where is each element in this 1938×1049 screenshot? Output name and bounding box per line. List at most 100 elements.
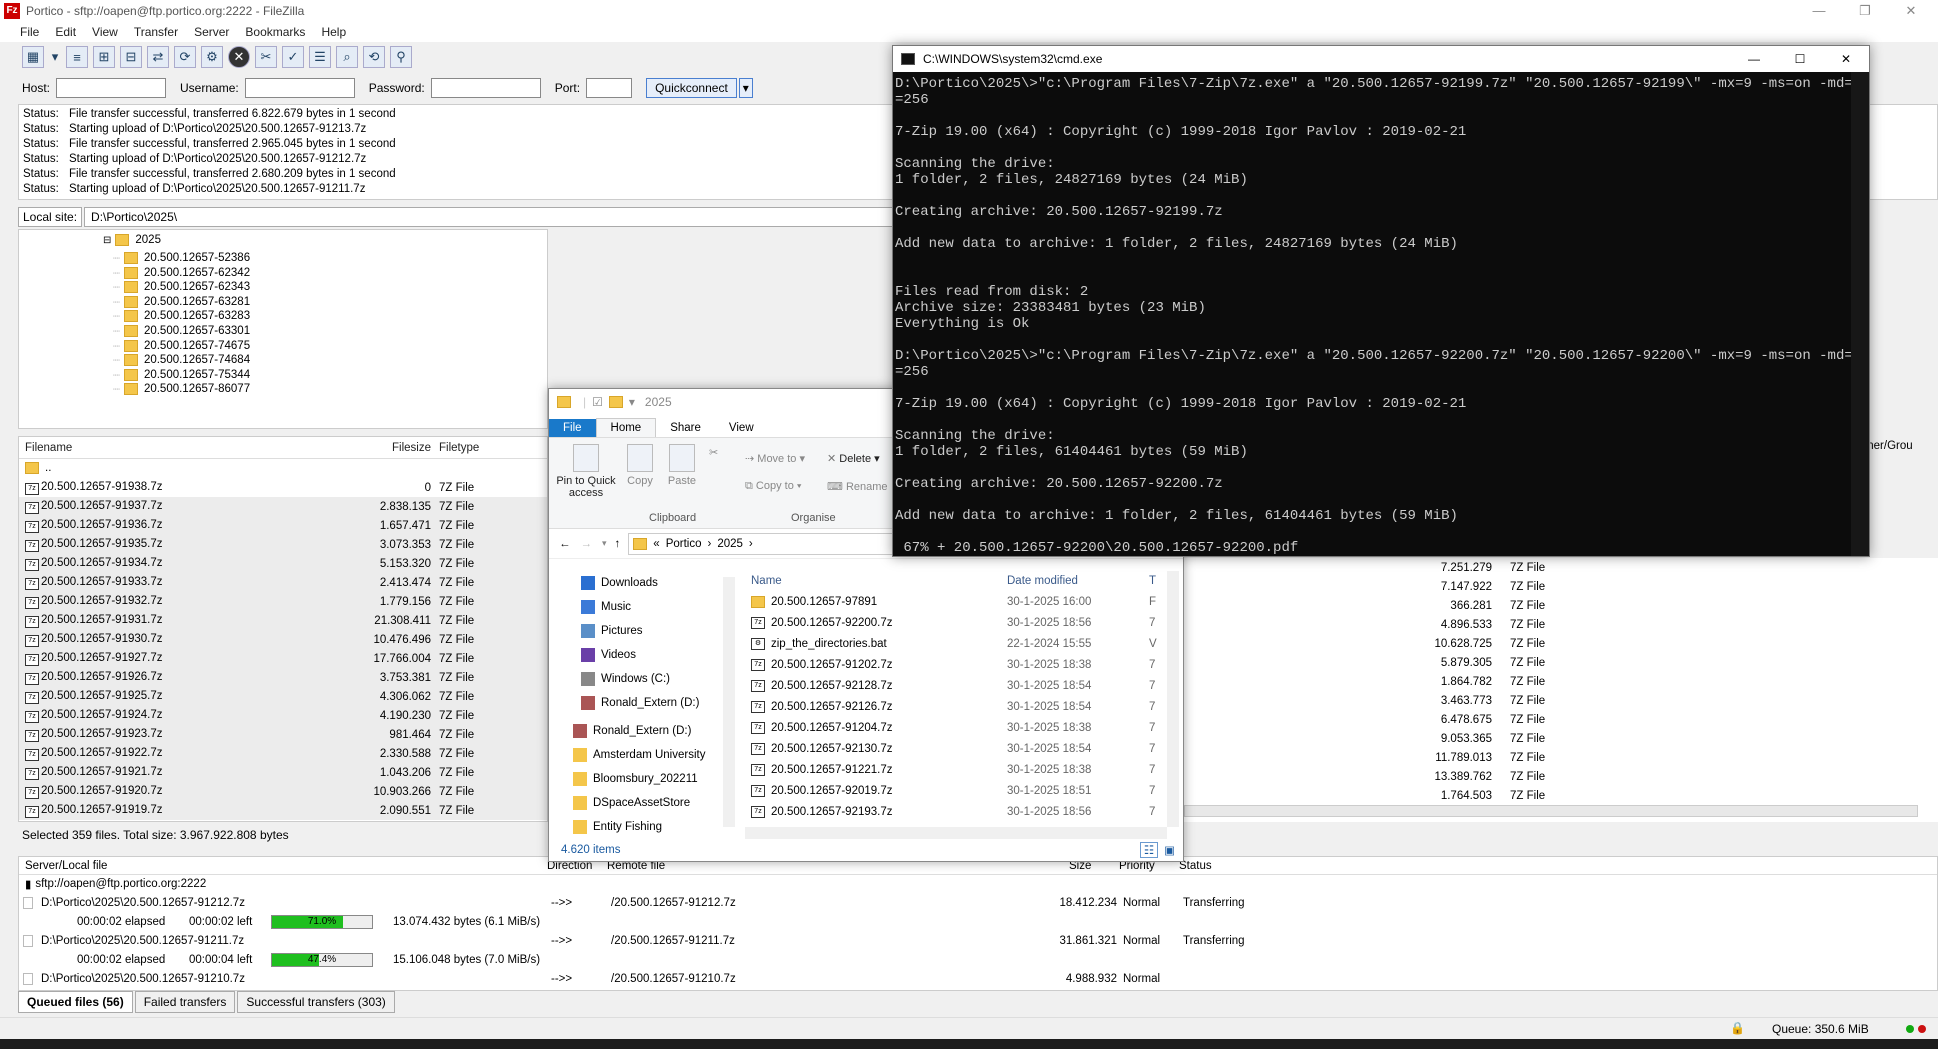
remote-file-row[interactable]: 7.147.922 7Z File [1180, 577, 1938, 596]
delete-button[interactable]: ✕ Delete ▾ [827, 452, 880, 465]
file-row[interactable]: 7z 20.500.12657-91922.7z 2.330.588 7Z File [19, 744, 547, 763]
file-row[interactable]: 7z 20.500.12657-91937.7z 2.838.135 7Z File [19, 497, 547, 516]
remote-file-row[interactable]: 3.463.773 7Z File [1180, 691, 1938, 710]
menu-view[interactable]: View [92, 25, 118, 39]
file-row[interactable]: 7z 20.500.12657-91935.7z 3.073.353 7Z File [19, 535, 547, 554]
explorer-item[interactable]: 7z 20.500.12657-92019.7z 30-1-2025 18:51 7 [745, 780, 1175, 801]
nav-item[interactable]: Music [549, 595, 739, 619]
explorer-item[interactable]: 7z 20.500.12657-91204.7z 30-1-2025 18:38 7 [745, 717, 1175, 738]
explorer-item[interactable]: 7z 20.500.12657-92193.7z 30-1-2025 18:56 7 [745, 801, 1175, 822]
search-icon[interactable]: ⚲ [390, 46, 412, 68]
remote-file-row[interactable]: 6.478.675 7Z File [1180, 710, 1938, 729]
menu-bookmarks[interactable]: Bookmarks [245, 25, 305, 39]
breadcrumb-portico[interactable]: Portico [666, 538, 702, 550]
col-type[interactable]: T [1149, 575, 1156, 587]
nav-item[interactable]: Ronald_Extern (D:) [549, 691, 739, 715]
toggle-local-tree-icon[interactable]: ⊞ [93, 46, 115, 68]
tab-failed-transfers[interactable]: Failed transfers [134, 991, 236, 1013]
toggle-queue-icon[interactable]: ⇄ [147, 46, 169, 68]
queue-row[interactable]: D:\Portico\2025\20.500.12657-91211.7z -->… [19, 931, 1937, 950]
col-date-modified[interactable]: Date modified [1007, 575, 1149, 587]
up-icon[interactable]: ↑ [615, 538, 621, 550]
remote-file-row[interactable]: 5.879.305 7Z File [1180, 653, 1938, 672]
q-col-server[interactable]: Server/Local file [19, 860, 547, 872]
tree-folder[interactable]: ┈ 20.500.12657-86077 [113, 380, 250, 398]
tab-home[interactable]: Home [595, 418, 657, 437]
cut-icon[interactable]: ✂ [709, 446, 718, 459]
file-row[interactable]: 7z 20.500.12657-91923.7z 981.464 7Z File [19, 725, 547, 744]
remote-file-row[interactable]: 366.281 7Z File [1180, 596, 1938, 615]
compare-icon[interactable]: ⌕ [336, 46, 358, 68]
queue-server-row[interactable]: ▮ sftp://oapen@ftp.portico.org:2222 [19, 875, 1937, 893]
quickconnect-button[interactable]: Quickconnect [646, 78, 737, 98]
forward-icon[interactable]: → [581, 538, 593, 550]
cmd-maximize-button[interactable]: ☐ [1777, 52, 1823, 66]
nav-item[interactable]: Ronald_Extern (D:) [549, 719, 739, 743]
cmd-minimize-button[interactable]: — [1731, 52, 1777, 66]
file-row[interactable]: 7z 20.500.12657-91925.7z 4.306.062 7Z File [19, 687, 547, 706]
breadcrumb-overflow[interactable]: « [653, 538, 659, 550]
tab-queued-files[interactable]: Queued files (56) [18, 991, 133, 1013]
explorer-item[interactable]: ⚙ zip_the_directories.bat 22-1-2024 15:55 V [745, 633, 1175, 654]
recent-dropdown-icon[interactable]: ▾ [602, 538, 607, 549]
file-row[interactable]: 7z 20.500.12657-91934.7z 5.153.320 7Z File [19, 554, 547, 573]
nav-item[interactable]: DSpaceAssetStore [549, 791, 739, 815]
copy-button[interactable]: Copy [623, 444, 657, 487]
explorer-item[interactable]: 7z 20.500.12657-92200.7z 30-1-2025 18:56 7 [745, 612, 1175, 633]
remote-file-row[interactable]: 11.789.013 7Z File [1180, 748, 1938, 767]
process-queue-icon[interactable]: ⚙ [201, 46, 223, 68]
move-to-button[interactable]: ⇢ Move to ▾ [745, 452, 805, 465]
file-row[interactable]: 7z 20.500.12657-91938.7z 0 7Z File [19, 478, 547, 497]
nav-item[interactable]: Videos [549, 643, 739, 667]
remote-file-row[interactable]: 1.864.782 7Z File [1180, 672, 1938, 691]
large-icons-view-icon[interactable]: ▣ [1164, 843, 1175, 857]
details-view-icon[interactable]: ☷ [1139, 842, 1159, 858]
file-row[interactable]: 7z 20.500.12657-91932.7z 1.779.156 7Z File [19, 592, 547, 611]
remote-file-row[interactable]: 10.628.725 7Z File [1180, 634, 1938, 653]
nav-item[interactable]: Entity Fishing [549, 815, 739, 839]
cmd-output[interactable]: D:\Portico\2025\>"c:\Program Files\7-Zip… [893, 76, 1851, 556]
remote-file-row[interactable]: 13.389.762 7Z File [1180, 767, 1938, 786]
remote-file-row[interactable]: 9.053.365 7Z File [1180, 729, 1938, 748]
cmd-close-button[interactable]: ✕ [1823, 52, 1869, 66]
refresh-icon[interactable]: ⟳ [174, 46, 196, 68]
menu-file[interactable]: File [20, 25, 39, 39]
nav-item[interactable]: Pictures [549, 619, 739, 643]
file-row[interactable]: 7z 20.500.12657-91924.7z 4.190.230 7Z File [19, 706, 547, 725]
pin-button[interactable]: Pin to Quick access [555, 444, 617, 499]
nav-item[interactable]: Downloads [549, 571, 739, 595]
collapse-icon[interactable]: ⊟ [103, 235, 111, 246]
minimize-button[interactable]: — [1796, 0, 1842, 22]
username-input[interactable] [244, 78, 355, 98]
nav-scrollbar[interactable] [723, 577, 735, 827]
breadcrumb-sep[interactable]: › [749, 538, 753, 550]
reconnect-icon[interactable]: ✓ [282, 46, 304, 68]
col-filesize[interactable]: Filesize [339, 442, 439, 454]
remote-file-row[interactable]: 4.896.533 7Z File [1180, 615, 1938, 634]
nav-item[interactable]: Windows (C:) [549, 667, 739, 691]
properties-icon[interactable]: ☑ [592, 395, 603, 409]
breadcrumb-2025[interactable]: 2025 [717, 538, 743, 550]
tab-share[interactable]: Share [656, 419, 715, 437]
quickconnect-dropdown-icon[interactable]: ▾ [738, 78, 753, 98]
col-name[interactable]: Name [745, 575, 1007, 587]
file-row[interactable]: 7z 20.500.12657-91930.7z 10.476.496 7Z File [19, 630, 547, 649]
menu-server[interactable]: Server [194, 25, 229, 39]
local-site-path[interactable]: D:\Portico\2025\ [84, 207, 918, 227]
directory-filter-icon[interactable]: ☰ [309, 46, 331, 68]
queue-row[interactable]: D:\Portico\2025\20.500.12657-91212.7z -->… [19, 893, 1937, 912]
disconnect-icon[interactable]: ✂ [255, 46, 277, 68]
site-manager-icon[interactable]: ▦ [22, 46, 44, 68]
explorer-item[interactable]: 7z 20.500.12657-92130.7z 30-1-2025 18:54 7 [745, 738, 1175, 759]
toggle-log-icon[interactable]: ≡ [66, 46, 88, 68]
col-filetype[interactable]: Filetype [439, 442, 519, 454]
back-icon[interactable]: ← [559, 538, 571, 550]
menu-help[interactable]: Help [321, 25, 346, 39]
file-row[interactable]: 7z 20.500.12657-91920.7z 10.903.266 7Z File [19, 782, 547, 801]
explorer-item[interactable]: 20.500.12657-97891 30-1-2025 16:00 F [745, 591, 1175, 612]
qat-dropdown-icon[interactable]: ▾ [629, 395, 635, 409]
menu-transfer[interactable]: Transfer [134, 25, 178, 39]
copy-to-button[interactable]: ⧉ Copy to ▾ [745, 480, 802, 493]
explorer-item[interactable]: 7z 20.500.12657-92126.7z 30-1-2025 18:54 7 [745, 696, 1175, 717]
tab-view[interactable]: View [715, 419, 768, 437]
